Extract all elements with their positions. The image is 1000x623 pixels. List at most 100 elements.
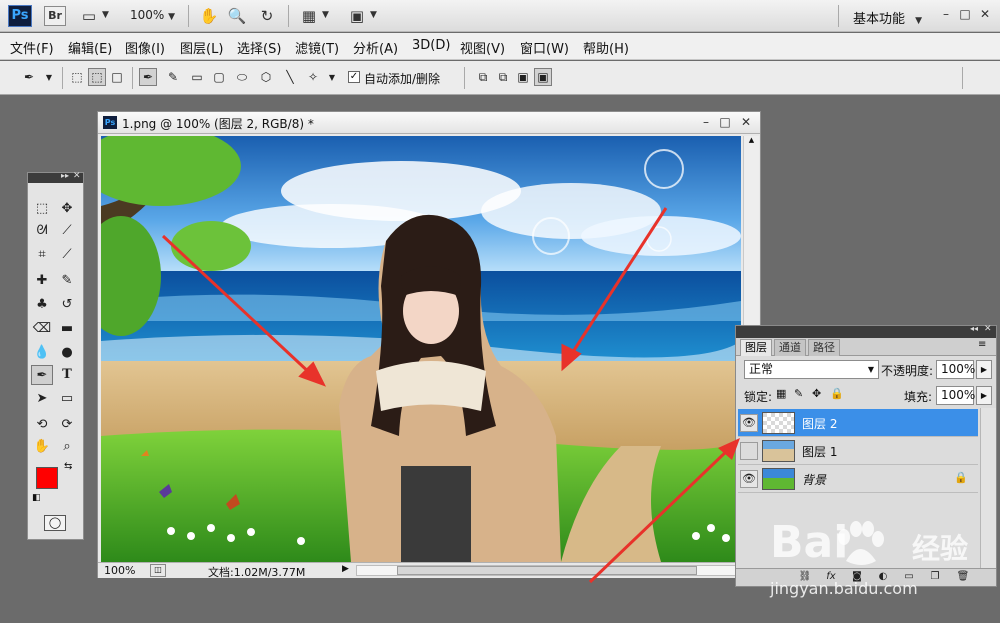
menu-filter[interactable]: 滤镜(T) <box>295 38 339 57</box>
path-selection-tool[interactable]: ➤ <box>31 389 53 409</box>
move-tool[interactable]: ✥ <box>56 199 78 219</box>
custom-shape-icon[interactable]: ✧ <box>304 68 322 86</box>
opacity-slider-button[interactable]: ▶ <box>976 360 992 379</box>
layer-row-layer-1[interactable]: · 图层 1 <box>738 437 978 465</box>
menu-3d[interactable]: 3D(D) <box>412 38 450 53</box>
rotate-view-icon[interactable]: ↻ <box>256 5 278 27</box>
hand-tool[interactable]: ✋ <box>31 437 53 457</box>
layers-panel-header[interactable]: ◂◂ ✕ <box>736 324 996 338</box>
minimize-button[interactable]: – <box>698 114 714 130</box>
menu-select[interactable]: 选择(S) <box>237 38 281 57</box>
path-combine-icon[interactable]: ⧉ <box>474 68 492 86</box>
link-layers-icon[interactable]: ⛓ <box>798 570 812 584</box>
scroll-up-arrow[interactable]: ▲ <box>745 136 758 148</box>
new-group-icon[interactable]: ▭ <box>902 570 916 584</box>
blur-tool[interactable]: 💧 <box>31 343 53 363</box>
lock-image-icon[interactable]: ✎ <box>794 387 803 400</box>
foreground-color-swatch[interactable] <box>36 467 58 489</box>
bridge-button[interactable]: Br <box>44 6 66 26</box>
status-menu-icon[interactable]: ◫ <box>150 564 166 577</box>
menu-edit[interactable]: 编辑(E) <box>68 38 112 57</box>
workspace-switcher[interactable]: 基本功能 ▼ <box>853 8 922 27</box>
lasso-tool[interactable]: ᘛ <box>31 221 53 241</box>
dodge-tool[interactable]: ● <box>56 343 78 363</box>
polygon-shape-icon[interactable]: ⬡ <box>257 68 275 86</box>
path-intersect-icon[interactable]: ▣ <box>514 68 532 86</box>
view-extras-icon[interactable]: ▭ <box>78 5 100 27</box>
chevron-down-icon[interactable]: ▼ <box>40 68 58 86</box>
delete-layer-icon[interactable]: 🗑 <box>956 570 970 584</box>
crop-tool[interactable]: ⌗ <box>31 245 53 265</box>
ellipse-shape-icon[interactable]: ⬭ <box>233 68 251 86</box>
lock-all-icon[interactable]: 🔒 <box>830 387 844 400</box>
zoom-level-dropdown[interactable]: 100% ▼ <box>130 8 175 22</box>
maximize-button[interactable]: □ <box>957 6 973 22</box>
menu-layer[interactable]: 图层(L) <box>180 38 223 57</box>
path-subtract-icon[interactable]: ⧉ <box>494 68 512 86</box>
fill-pixels-icon[interactable]: □ <box>108 68 126 86</box>
eyedropper-tool[interactable]: ⟋ <box>56 245 78 265</box>
layer-style-icon[interactable]: fx <box>824 570 838 584</box>
gradient-tool[interactable]: ▬ <box>56 319 78 339</box>
new-layer-icon[interactable]: ❐ <box>928 570 942 584</box>
brush-tool[interactable]: ✎ <box>56 271 78 291</box>
menu-view[interactable]: 视图(V) <box>460 38 505 57</box>
eraser-tool[interactable]: ⌫ <box>31 319 53 339</box>
opacity-input[interactable]: 100% <box>936 360 975 379</box>
path-exclude-icon[interactable]: ▣ <box>534 68 552 86</box>
lock-transparent-icon[interactable]: ▦ <box>776 387 786 400</box>
chevron-down-icon[interactable]: ▼ <box>322 10 329 20</box>
fill-slider-button[interactable]: ▶ <box>976 386 992 405</box>
adjustment-layer-icon[interactable]: ◐ <box>876 570 890 584</box>
swap-colors-icon[interactable]: ⇆ <box>64 461 72 472</box>
lock-position-icon[interactable]: ✥ <box>812 387 821 400</box>
pen-icon[interactable]: ✒ <box>139 68 157 86</box>
rectangle-shape-icon[interactable]: ▭ <box>188 68 206 86</box>
freeform-pen-icon[interactable]: ✎ <box>164 68 182 86</box>
history-brush-tool[interactable]: ↺ <box>56 295 78 315</box>
paths-mode-icon[interactable]: ⬚ <box>88 68 106 86</box>
clone-stamp-tool[interactable]: ♣ <box>31 295 53 315</box>
tab-layers[interactable]: 图层 <box>740 339 772 356</box>
chevron-down-icon[interactable]: ▼ <box>102 10 109 20</box>
shape-layers-icon[interactable]: ⬚ <box>68 68 86 86</box>
status-arrow-icon[interactable]: ▶ <box>342 564 349 574</box>
tab-paths[interactable]: 路径 <box>808 339 840 356</box>
menu-window[interactable]: 窗口(W) <box>520 38 569 57</box>
menu-help[interactable]: 帮助(H) <box>583 38 629 57</box>
pen-tool[interactable]: ✒ <box>31 365 53 385</box>
collapse-icon[interactable]: ◂◂ <box>970 324 978 333</box>
marquee-tool[interactable]: ⬚ <box>31 199 53 219</box>
tab-channels[interactable]: 通道 <box>774 339 806 356</box>
chevron-down-icon[interactable]: ▼ <box>370 10 377 20</box>
blend-mode-select[interactable]: 正常 ▼ <box>744 360 879 379</box>
chevron-down-icon[interactable]: ▼ <box>323 68 341 86</box>
zoom-tool-icon[interactable]: 🔍 <box>226 5 248 27</box>
close-icon[interactable]: ✕ <box>73 171 81 181</box>
close-button[interactable]: ✕ <box>977 6 993 22</box>
default-colors-icon[interactable]: ◧ <box>32 493 41 503</box>
type-tool[interactable]: T <box>56 365 78 385</box>
rectangle-tool[interactable]: ▭ <box>56 389 78 409</box>
layer-row-layer-2[interactable]: 👁 图层 2 <box>738 409 978 437</box>
pen-tool-preset-icon[interactable]: ✒ <box>20 68 38 86</box>
quick-mask-button[interactable]: ◯ <box>44 515 66 531</box>
menu-image[interactable]: 图像(I) <box>125 38 165 57</box>
fill-input[interactable]: 100% <box>936 386 975 405</box>
add-mask-icon[interactable]: ◙ <box>850 570 864 584</box>
tools-panel-header[interactable]: ▸▸ ✕ <box>28 171 83 183</box>
3d-orbit-tool[interactable]: ⟳ <box>56 415 78 435</box>
rounded-rectangle-icon[interactable]: ▢ <box>210 68 228 86</box>
layers-scrollbar[interactable] <box>980 408 996 568</box>
menu-file[interactable]: 文件(F) <box>10 38 54 57</box>
hand-tool-icon[interactable]: ✋ <box>198 5 220 27</box>
close-button[interactable]: ✕ <box>738 114 754 130</box>
healing-brush-tool[interactable]: ✚ <box>31 271 53 291</box>
status-zoom[interactable]: 100% <box>104 564 135 577</box>
magic-wand-tool[interactable]: ⟋ <box>56 221 78 241</box>
collapse-icon[interactable]: ▸▸ <box>61 171 69 180</box>
3d-rotate-tool[interactable]: ⟲ <box>31 415 53 435</box>
panel-menu-icon[interactable]: ≡ <box>978 339 986 350</box>
maximize-button[interactable]: □ <box>717 114 733 130</box>
document-titlebar[interactable]: Ps 1.png @ 100% (图层 2, RGB/8) * – □ ✕ <box>98 112 760 134</box>
